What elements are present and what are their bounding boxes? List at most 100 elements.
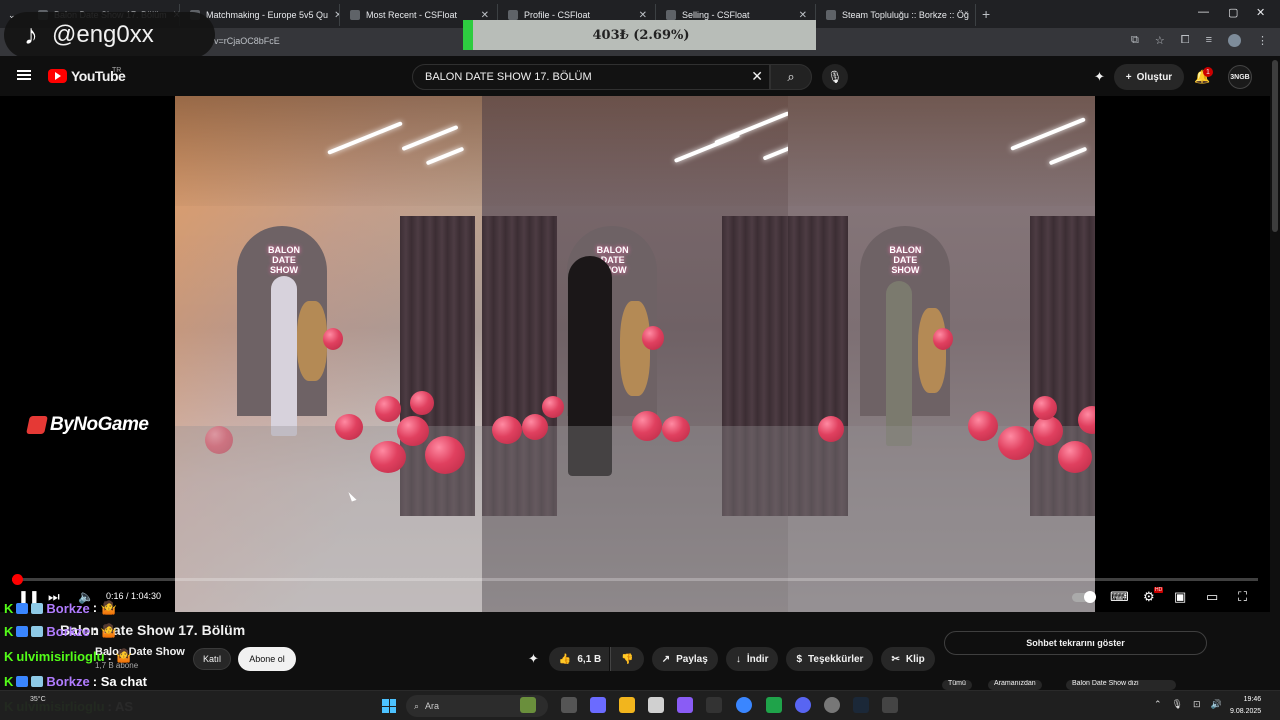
theater-mode-icon[interactable]: ▭	[1206, 589, 1218, 605]
video-player[interactable]: BALON DATE SHOW BALON DATE SHOW BALON DA…	[0, 96, 1270, 612]
bynogame-watermark: ByNoGame	[26, 414, 149, 436]
neon-sign: BALON DATE SHOW	[889, 245, 922, 275]
url-field[interactable]: v=rCjaOC8bFcE	[214, 36, 280, 46]
youtube-header: YouTube TR BALON DATE SHOW 17. BÖLÜM ✕ ⌕…	[0, 56, 1280, 96]
chat-badge-icon	[16, 625, 29, 637]
tiktok-overlay: ♪ @eng0xx	[4, 12, 215, 58]
mic-tray-icon[interactable]: 🎙	[1172, 699, 1183, 710]
epic-games-icon[interactable]	[706, 697, 722, 713]
create-button[interactable]: + Oluştur	[1114, 64, 1184, 90]
menu-icon[interactable]: ⋮	[1257, 34, 1268, 47]
youtube-play-icon	[48, 69, 67, 83]
chat-message: Kulvimisirlioglu: 🤷	[4, 648, 132, 664]
video-frame[interactable]: BALON DATE SHOW BALON DATE SHOW BALON DA…	[175, 96, 1096, 612]
thanks-icon: $	[796, 653, 803, 665]
search-button[interactable]: ⌕	[770, 64, 812, 90]
tab-close-icon[interactable]: ✕	[481, 10, 489, 21]
chip-all[interactable]: Tümü	[942, 680, 972, 690]
chat-badge-icon	[16, 676, 29, 687]
cast-icon[interactable]: ⧉	[1131, 34, 1139, 47]
voice-search-button[interactable]: 🎙	[822, 64, 848, 90]
browser-tab[interactable]: Steam Topluluğu :: Borkze :: Öğ ✕	[818, 4, 976, 26]
bookmark-star-icon[interactable]: ☆	[1155, 34, 1165, 47]
page-scrollbar[interactable]	[1272, 60, 1278, 232]
speaker-icon[interactable]: 🔊	[1211, 699, 1222, 710]
hamburger-menu-icon[interactable]	[17, 70, 31, 80]
subtitles-icon[interactable]: ⌨	[1110, 589, 1129, 605]
chat-username[interactable]: Borkze	[46, 674, 89, 689]
autoplay-toggle[interactable]	[1072, 591, 1096, 603]
plus-icon: +	[1125, 71, 1132, 83]
chat-text: : Sa chat	[92, 674, 147, 689]
chip-series[interactable]: Balon Date Show dizi	[1066, 680, 1176, 690]
app-misc-icon[interactable]	[882, 697, 898, 713]
like-button[interactable]: 👍 6,1 B	[548, 647, 610, 671]
like-count: 6,1 B	[577, 653, 602, 665]
gift-icon[interactable]: ✦	[528, 651, 539, 667]
miniplayer-icon[interactable]: ▣	[1174, 589, 1186, 605]
new-tab-button[interactable]: +	[982, 6, 990, 22]
join-button[interactable]: Katıl	[193, 648, 231, 670]
start-button[interactable]	[382, 699, 396, 713]
profile-avatar[interactable]	[1228, 34, 1241, 47]
download-button[interactable]: ↓ İndir	[725, 647, 779, 671]
taskbar-clock[interactable]: 19:46 9.08.2025	[1230, 694, 1261, 718]
premium-gift-icon[interactable]: ✦	[1094, 69, 1105, 85]
tab-close-icon[interactable]: ✕	[799, 10, 807, 21]
taskbar-search-placeholder: Ara	[425, 701, 440, 711]
store-icon[interactable]	[648, 697, 664, 713]
chat-badge-icon	[16, 602, 29, 614]
show-chat-replay-button[interactable]: Sohbet tekrarını göster	[944, 631, 1207, 655]
chat-username[interactable]: Borkze	[46, 624, 89, 639]
thanks-button[interactable]: $ Teşekkürler	[786, 647, 874, 671]
minimize-button[interactable]: —	[1198, 6, 1209, 18]
app-green-icon[interactable]	[766, 697, 782, 713]
discord-icon[interactable]	[795, 697, 811, 713]
search-query: BALON DATE SHOW 17. BÖLÜM	[425, 71, 592, 83]
editor-icon[interactable]	[677, 697, 693, 713]
maximize-button[interactable]: ▢	[1228, 6, 1238, 19]
close-window-button[interactable]: ✕	[1256, 6, 1265, 19]
tab-favicon-icon	[508, 10, 518, 20]
copilot-icon[interactable]	[590, 697, 606, 713]
dislike-button[interactable]: 👎	[610, 647, 644, 671]
chat-username[interactable]: ulvimisirlioglu	[16, 649, 104, 664]
clip-button[interactable]: ✂ Klip	[881, 647, 935, 671]
network-icon[interactable]: ⊡	[1193, 699, 1201, 710]
balloon	[205, 426, 233, 454]
floor	[481, 426, 789, 612]
tray-chevron-icon[interactable]: ⌃	[1154, 699, 1162, 710]
game-widget-icon[interactable]	[520, 697, 536, 713]
fullscreen-icon[interactable]: ⛶	[1238, 589, 1247, 605]
tab-favicon-icon	[666, 10, 676, 20]
clock-time: 19:46	[1243, 696, 1262, 703]
share-button[interactable]: ↗ Paylaş	[651, 647, 718, 671]
chip-from-search[interactable]: Aramanızdan	[988, 680, 1042, 690]
price-text: 403₺ (2.69%)	[592, 27, 690, 43]
hd-badge: HD	[1154, 587, 1164, 593]
progress-bar[interactable]	[12, 574, 1258, 585]
chat-badge-icon	[31, 625, 44, 637]
progress-scrubber[interactable]	[12, 574, 24, 585]
chat-text: : 🤷	[92, 600, 117, 615]
tab-close-icon[interactable]: ✕	[639, 10, 647, 21]
chrome-icon[interactable]	[736, 697, 752, 713]
chat-username[interactable]: Borkze	[46, 601, 89, 616]
extensions-icon[interactable]: ⧠	[1181, 34, 1190, 47]
settings-gear-icon[interactable]: ⚙	[1143, 589, 1155, 605]
video-panel-middle: BALON DATE SHOW	[481, 96, 789, 612]
steam-icon[interactable]	[853, 697, 869, 713]
tab-close-icon[interactable]: ✕	[334, 10, 339, 21]
file-explorer-icon[interactable]	[619, 697, 635, 713]
account-avatar[interactable]: 3NGB	[1228, 65, 1252, 89]
subscribe-button[interactable]: Abone ol	[238, 647, 296, 671]
obs-icon[interactable]	[824, 697, 840, 713]
task-view-icon[interactable]	[561, 697, 577, 713]
tiktok-handle: @eng0xx	[52, 21, 154, 48]
share-icon: ↗	[661, 653, 671, 665]
tab-close-icon[interactable]: ✕	[975, 10, 976, 21]
clear-search-icon[interactable]: ✕	[751, 68, 763, 85]
search-input[interactable]: BALON DATE SHOW 17. BÖLÜM ✕	[412, 64, 770, 90]
weather-widget[interactable]: 35°C	[30, 696, 46, 703]
reading-list-icon[interactable]: ≡	[1206, 34, 1212, 47]
